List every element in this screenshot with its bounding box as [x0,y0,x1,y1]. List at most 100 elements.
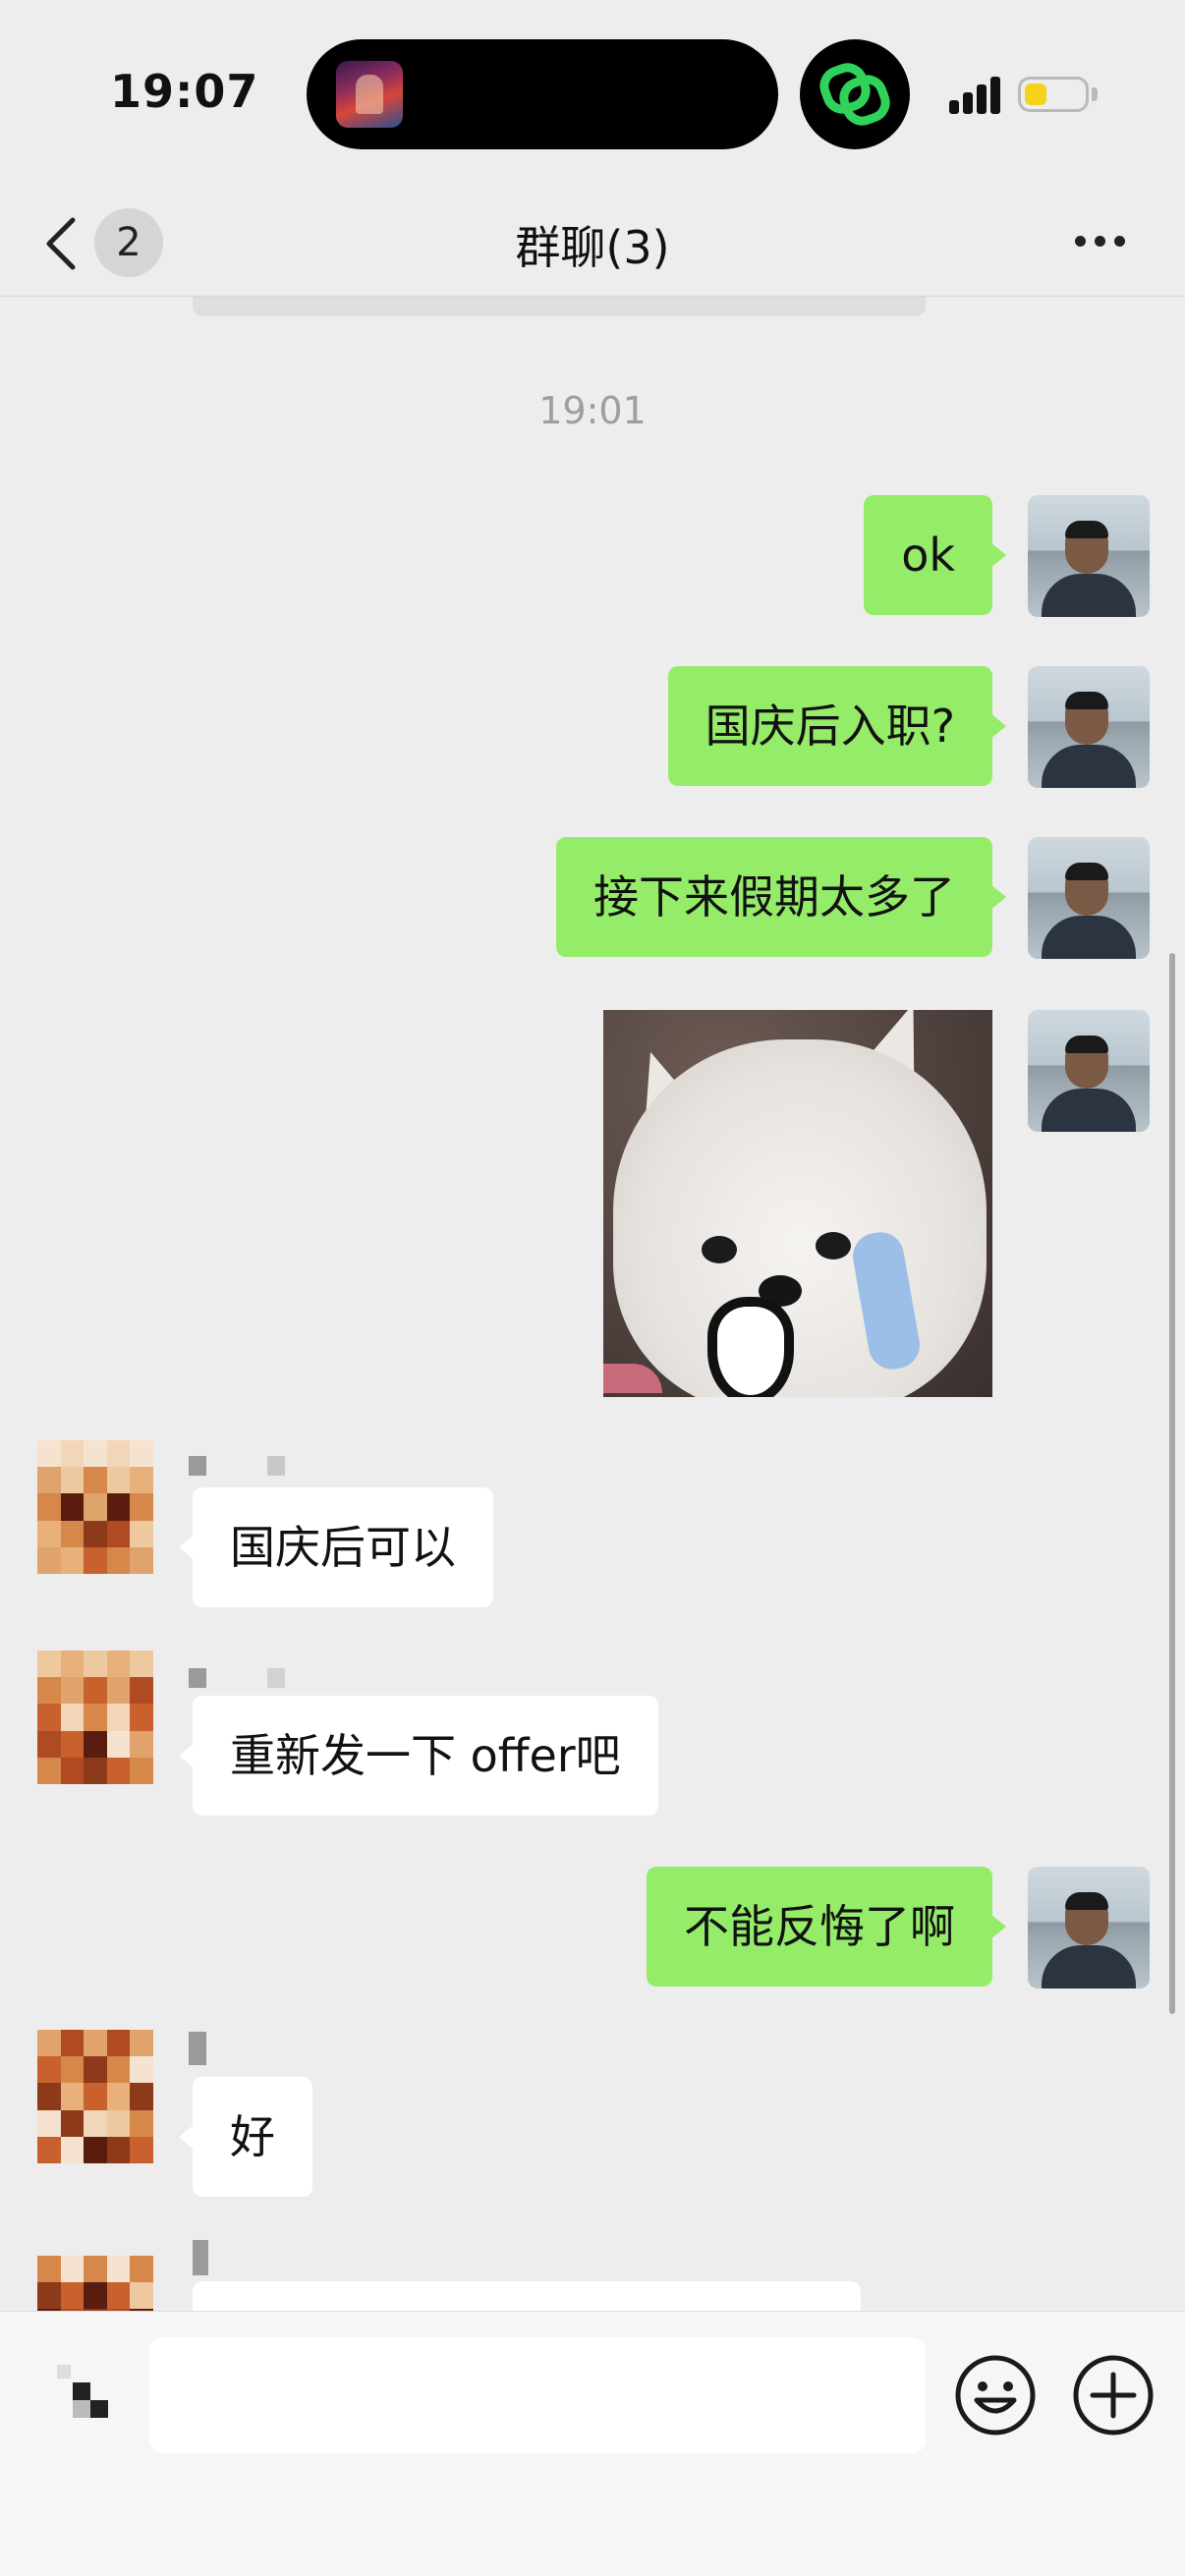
avatar-mosaic-tile [106,2136,131,2163]
avatar-mosaic-tile [37,1520,61,1547]
avatar-mosaic-tile [60,1730,85,1758]
avatar-mosaic-tile [37,2282,61,2310]
avatar-mosaic-tile [84,1440,107,1468]
avatar-mosaic-tile [106,2056,131,2084]
avatar-mosaic-tile [106,1677,131,1705]
received-message[interactable]: 重新发一下 offer吧 [179,1696,658,1816]
status-time: 19:07 [110,65,259,118]
avatar-mosaic-tile [84,2083,107,2110]
my-avatar[interactable] [1028,837,1150,959]
scrollbar[interactable] [1169,953,1175,2014]
avatar-mosaic-tile [106,1546,131,1574]
dynamic-island[interactable] [307,39,778,149]
received-message[interactable]: 好 [179,2077,312,2197]
avatar-mosaic-tile [60,1493,85,1521]
avatar-mosaic-tile [84,1546,107,1574]
sent-message[interactable]: 国庆后入职? [667,666,1007,786]
avatar-mosaic-tile [130,1520,153,1547]
avatar-mosaic-tile [84,1493,107,1521]
avatar-mosaic-tile [84,2109,107,2137]
avatar-mosaic-tile [84,1704,107,1731]
avatar-mosaic-tile [106,2256,131,2283]
contact-avatar-blurred[interactable] [37,2030,153,2163]
avatar-mosaic-tile [60,1651,85,1678]
my-avatar[interactable] [1028,495,1150,617]
avatar-mosaic-tile [106,2109,131,2137]
my-avatar[interactable] [1028,666,1150,788]
avatar-mosaic-tile [84,1651,107,1678]
chat-title: 群聊(3) [515,221,670,274]
my-avatar[interactable] [1028,1867,1150,1988]
avatar-mosaic-tile [130,1467,153,1494]
avatar-mosaic-tile [60,2282,85,2310]
avatar-mosaic-tile [37,1546,61,1574]
avatar-mosaic-tile [106,1651,131,1678]
avatar-mosaic-tile [60,1546,85,1574]
received-message-partial[interactable] [193,2281,861,2311]
avatar-mosaic-tile [84,2056,107,2084]
sent-message[interactable]: 不能反悔了啊 [647,1867,1006,1987]
avatar-mosaic-tile [60,1677,85,1705]
avatar-mosaic-tile [106,1467,131,1494]
emoji-icon[interactable] [953,2353,1038,2437]
avatar-mosaic-tile [130,1704,153,1731]
avatar-mosaic-tile [84,2136,107,2163]
avatar-mosaic-tile [130,2256,153,2283]
avatar-mosaic-tile [130,2109,153,2137]
status-bar: 19:07 [0,0,1185,187]
avatar-mosaic-tile [60,2136,85,2163]
sent-message[interactable]: 接下来假期太多了 [556,837,1006,957]
avatar-mosaic-tile [37,1651,61,1678]
link-icon[interactable] [800,39,910,149]
avatar-mosaic-tile [60,1440,85,1468]
avatar-mosaic-tile [130,1757,153,1784]
avatar-mosaic-tile [37,1467,61,1494]
sent-message[interactable]: ok [864,495,1006,615]
avatar-mosaic-tile [37,1493,61,1521]
avatar-mosaic-tile [60,1520,85,1547]
avatar-mosaic-tile [60,1467,85,1494]
avatar-mosaic-tile [130,1546,153,1574]
avatar-mosaic-tile [130,1440,153,1468]
avatar-mosaic-tile [130,2056,153,2084]
avatar-mosaic-tile [130,2030,153,2057]
voice-input-icon[interactable] [47,2343,126,2451]
avatar-mosaic-tile [84,1757,107,1784]
avatar-mosaic-tile [37,1730,61,1758]
input-toolbar [0,2311,1185,2576]
avatar-mosaic-tile [60,2056,85,2084]
message-input[interactable] [149,2337,926,2453]
my-avatar[interactable] [1028,1010,1150,1132]
avatar-mosaic-tile [37,2030,61,2057]
avatar-mosaic-tile [106,1704,131,1731]
avatar-mosaic-tile [130,1677,153,1705]
received-message[interactable]: 国庆后可以 [179,1487,493,1607]
avatar-mosaic-tile [60,2083,85,2110]
avatar-mosaic-tile [37,2056,61,2084]
avatar-mosaic-tile [130,2083,153,2110]
more-options-icon[interactable] [1071,222,1130,261]
avatar-mosaic-tile [37,2083,61,2110]
avatar-mosaic-tile [106,1757,131,1784]
avatar-mosaic-tile [37,1757,61,1784]
avatar-mosaic-tile [106,1493,131,1521]
contact-avatar-blurred[interactable] [37,1440,153,1574]
avatar-mosaic-tile [130,1730,153,1758]
avatar-mosaic-tile [60,1704,85,1731]
contact-avatar-blurred[interactable] [37,1651,153,1784]
avatar-mosaic-tile [106,1440,131,1468]
avatar-mosaic-tile [84,2030,107,2057]
previous-message-partial [193,297,926,316]
chat-header: 2 群聊(3) [0,187,1185,297]
now-playing-thumbnail[interactable] [336,61,403,128]
avatar-mosaic-tile [37,1440,61,1468]
avatar-mosaic-tile [37,2109,61,2137]
contact-avatar-blurred[interactable] [37,2256,153,2311]
avatar-mosaic-tile [84,2282,107,2310]
crying-dog-sticker[interactable] [603,1010,992,1397]
battery-nub [1092,87,1098,101]
avatar-mosaic-tile [37,1704,61,1731]
avatar-mosaic-tile [106,1520,131,1547]
message-timestamp: 19:01 [538,389,647,432]
plus-icon[interactable] [1071,2353,1156,2437]
